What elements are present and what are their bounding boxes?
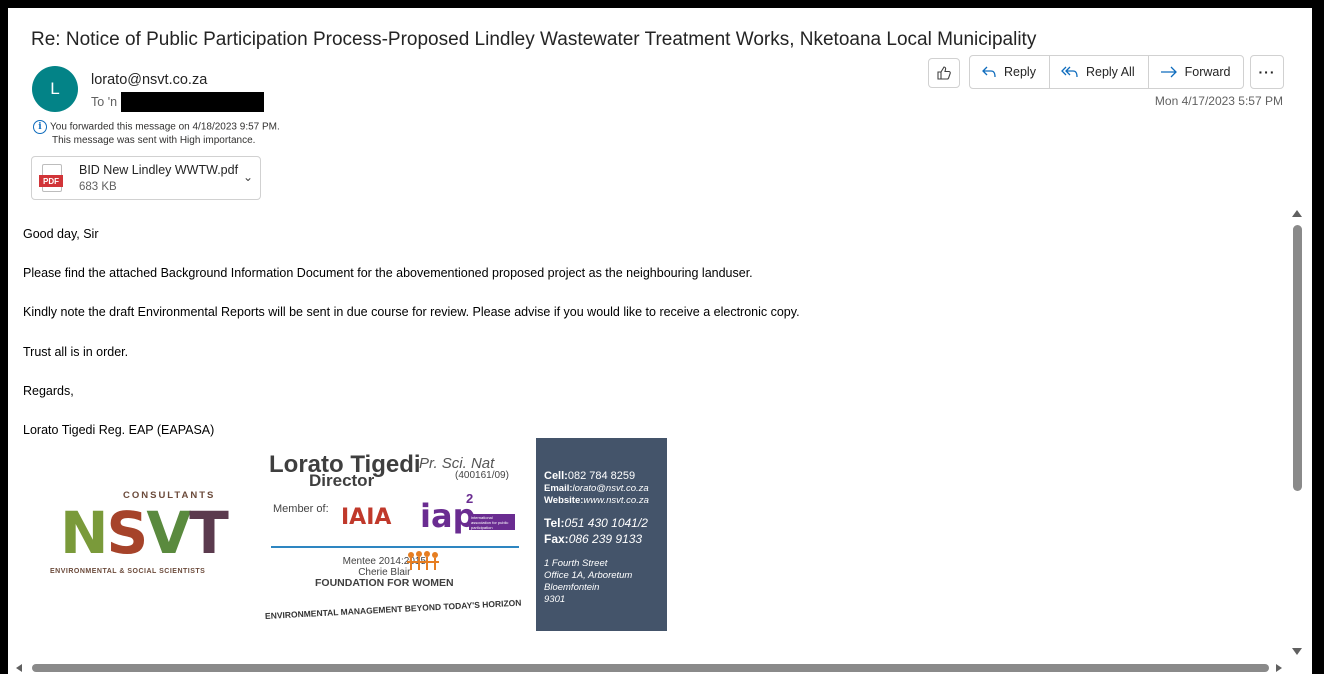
sender-avatar[interactable]: L [32,66,78,112]
iaia-logo: IAIA [341,505,392,530]
like-button[interactable] [928,58,960,88]
address-line: Office 1A, Arboretum [544,570,633,581]
attachment-name: BID New Lindley WWTW.pdf [79,163,239,177]
logo-letter: V [146,499,191,567]
email-subject: Re: Notice of Public Participation Proce… [31,29,1037,50]
scroll-right-arrow-icon[interactable] [1276,664,1282,672]
vertical-scroll-thumb[interactable] [1293,225,1302,491]
reply-label: Reply [1004,65,1036,79]
sign-off: Regards, [23,384,74,398]
recipient-line: To 'n [91,92,265,112]
logo-letter: S [106,499,149,567]
member-of-label: Member of: [273,503,329,515]
to-label: To [91,95,105,109]
chevron-down-icon[interactable]: ⌄ [243,170,253,184]
mentee-line: FOUNDATION FOR WOMEN [315,577,454,589]
logo-letter: T [189,499,229,567]
card-divider [271,546,519,548]
logo-tagline: ENVIRONMENTAL & SOCIAL SCIENTISTS [50,568,206,575]
cell-line: Cell:082 784 8259 [544,470,636,482]
reply-arrow-icon [982,66,996,78]
iap2-superscript: 2 [466,491,474,506]
email-line: Email:lorato@nsvt.co.za [544,483,649,494]
info-icon: i [33,120,47,134]
business-card: Lorato Tigedi Pr. Sci. Nat Director (400… [255,439,535,634]
recipient-value[interactable]: 'n [108,95,117,109]
fax-line: Fax:086 239 9133 [544,532,643,546]
body-paragraph: Kindly note the draft Environmental Repo… [23,305,800,319]
signature-name: Lorato Tigedi Reg. EAP (EAPASA) [23,423,215,437]
iap2-tagline: international association for public par… [469,514,515,535]
reply-all-button[interactable]: Reply All [1050,56,1149,88]
email-reading-pane: Re: Notice of Public Participation Proce… [8,8,1312,674]
message-actions: Reply Reply All Forward [969,55,1245,89]
card-role: Director [309,471,375,490]
reply-all-arrow-icon [1061,66,1078,78]
body-paragraph: Please find the attached Background Info… [23,266,753,280]
more-actions-button[interactable]: ··· [1250,55,1284,89]
attachment-size: 683 KB [79,181,117,193]
pdf-file-icon: PDF [39,164,63,192]
reply-button[interactable]: Reply [970,56,1050,88]
attachment-card[interactable]: PDF BID New Lindley WWTW.pdf 683 KB ⌄ [31,156,261,200]
forward-arrow-icon [1160,66,1177,78]
thumbs-up-icon [937,66,951,80]
forward-label: Forward [1184,65,1231,79]
horizontal-scroll-thumb[interactable] [32,664,1269,672]
tel-line: Tel:051 430 1041/2 [544,516,648,530]
recipient-redaction [121,92,265,112]
foundation-people-icon [407,551,439,570]
logo-letter: N [60,499,109,567]
scroll-down-arrow-icon[interactable] [1292,648,1302,655]
importance-notice: This message was sent with High importan… [52,135,256,146]
email-body: Good day, Sir Please find the attached B… [8,208,1290,660]
website-line: Website:www.nsvt.co.za [544,495,649,506]
contact-card: Cell:082 784 8259 Email:lorato@nsvt.co.z… [536,438,667,631]
body-paragraph: Trust all is in order. [23,345,129,359]
scroll-up-arrow-icon[interactable] [1292,210,1302,217]
reply-all-label: Reply All [1085,65,1135,79]
scroll-left-arrow-icon[interactable] [16,664,22,672]
message-info: i You forwarded this message on 4/18/2023… [33,120,280,147]
logo-letters: NSVT [60,499,229,567]
received-date: Mon 4/17/2023 5:57 PM [1154,94,1283,108]
nsvt-logo: CONSULTANTS NSVT ENVIRONMENTAL & SOCIAL … [28,460,238,636]
card-registration: (400161/09) [455,470,509,481]
sender-address[interactable]: lorato@nsvt.co.za [91,72,207,88]
address-line: 1 Fourth Street [544,558,608,569]
address-line: Bloemfontein [544,582,600,593]
forwarded-notice: You forwarded this message on 4/18/2023 … [50,121,280,133]
card-slogan: ENVIRONMENTAL MANAGEMENT BEYOND TODAY'S … [264,597,522,621]
forward-button[interactable]: Forward [1149,56,1244,88]
address-line: 9301 [544,594,566,605]
greeting: Good day, Sir [23,227,99,241]
